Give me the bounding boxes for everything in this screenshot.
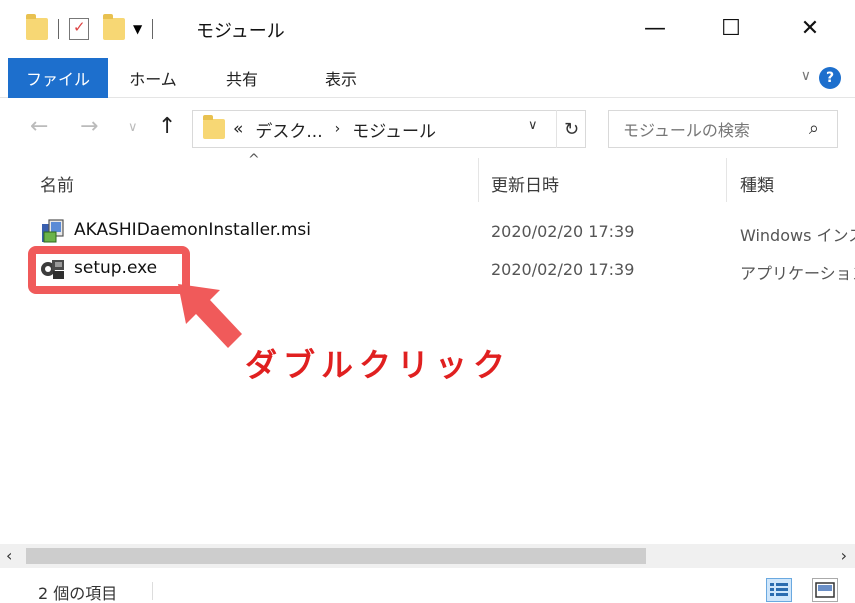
scrollbar-thumb[interactable]: [26, 548, 646, 564]
horizontal-scrollbar[interactable]: ‹ ›: [0, 544, 855, 568]
address-dropdown-icon[interactable]: ∨: [528, 118, 538, 133]
file-name[interactable]: AKASHIDaemonInstaller.msi: [74, 220, 311, 240]
pointer-arrow-icon: [178, 284, 242, 348]
breadcrumb-separator[interactable]: ›: [335, 121, 341, 137]
folder-icon: [26, 14, 48, 40]
column-header-name[interactable]: 名前: [40, 166, 74, 200]
column-divider[interactable]: [478, 158, 479, 202]
details-view-icon[interactable]: [766, 578, 792, 602]
file-date: 2020/02/20 17:39: [491, 260, 635, 279]
tab-share[interactable]: 共有: [212, 58, 272, 98]
ribbon-tabs: ファイル ホーム 共有 表示 ∨ ?: [0, 58, 855, 98]
large-icons-view-icon[interactable]: [812, 578, 838, 602]
folder-icon: [203, 115, 225, 139]
close-button[interactable]: ✕: [775, 8, 845, 48]
properties-icon[interactable]: [69, 18, 89, 40]
tab-view[interactable]: 表示: [306, 58, 376, 98]
scroll-left-icon[interactable]: ‹: [6, 546, 12, 565]
scroll-right-icon[interactable]: ›: [841, 546, 847, 565]
annotation-text: ダブルクリック: [245, 346, 512, 384]
title-bar: ▼ モジュール — ☐ ✕: [0, 0, 855, 58]
column-header-type[interactable]: 種類: [740, 166, 774, 200]
sort-ascending-icon: ^: [248, 152, 260, 168]
tab-home[interactable]: ホーム: [118, 58, 188, 98]
msi-installer-icon: [42, 219, 64, 243]
tab-file[interactable]: ファイル: [8, 58, 108, 98]
expand-ribbon-icon[interactable]: ∨: [801, 68, 811, 84]
status-divider: [152, 582, 153, 600]
breadcrumb-module[interactable]: モジュール: [352, 117, 436, 142]
item-count: 2 個の項目: [38, 584, 118, 603]
search-input[interactable]: モジュールの検索 ⌕: [608, 110, 838, 148]
toolbar-divider: [58, 19, 59, 39]
back-arrow-icon[interactable]: ←: [30, 114, 48, 139]
column-divider[interactable]: [726, 158, 727, 202]
file-type: アプリケーション: [740, 264, 855, 283]
file-type: Windows インストーラー パッケージ: [740, 226, 855, 245]
status-bar: 2 個の項目: [0, 576, 855, 603]
file-row[interactable]: AKASHIDaemonInstaller.msi 2020/02/20 17:…: [0, 214, 855, 250]
minimize-button[interactable]: —: [620, 8, 690, 48]
column-header-modified[interactable]: 更新日時: [491, 166, 559, 200]
breadcrumb-desktop[interactable]: デスク...: [255, 117, 322, 142]
file-date: 2020/02/20 17:39: [491, 222, 635, 241]
refresh-icon[interactable]: ↻: [556, 110, 586, 148]
navigation-bar: ← → ∨ ↑ « デスク... › モジュール ∨ ↻ モジュールの検索 ⌕: [0, 100, 855, 156]
highlight-box: [28, 246, 190, 294]
new-folder-icon[interactable]: [103, 14, 125, 40]
customize-toolbar-icon[interactable]: ▼: [133, 22, 142, 36]
maximize-button[interactable]: ☐: [696, 8, 766, 48]
toolbar-divider: [152, 19, 154, 39]
breadcrumb-overflow[interactable]: «: [233, 119, 243, 139]
window-title: モジュール: [196, 21, 285, 42]
address-bar[interactable]: « デスク... › モジュール: [192, 110, 586, 148]
up-arrow-icon[interactable]: ↑: [158, 114, 176, 139]
search-icon[interactable]: ⌕: [809, 118, 819, 139]
quick-access-toolbar: ▼: [26, 14, 163, 40]
forward-arrow-icon[interactable]: →: [80, 114, 98, 139]
search-placeholder: モジュールの検索: [623, 121, 750, 140]
help-icon[interactable]: ?: [819, 67, 841, 89]
recent-locations-icon[interactable]: ∨: [128, 120, 138, 135]
